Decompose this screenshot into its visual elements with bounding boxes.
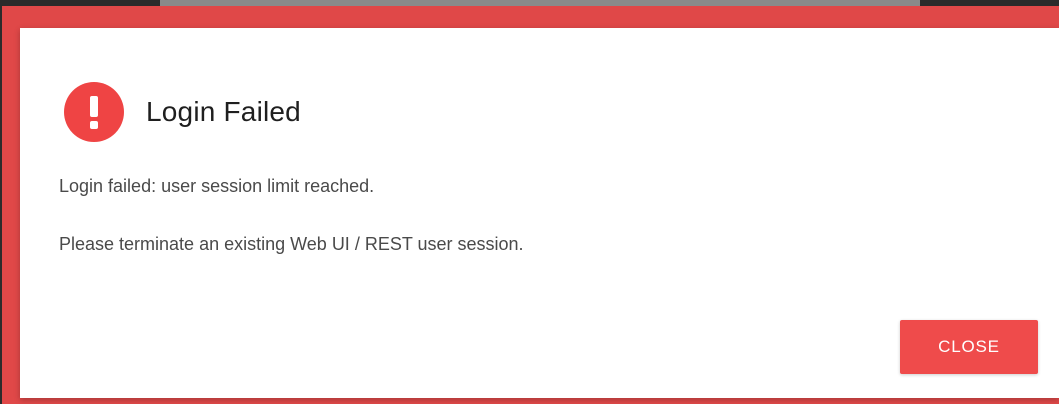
error-message: Login failed: user session limit reached… xyxy=(59,176,375,196)
dialog-title: Login Failed xyxy=(146,96,301,127)
close-button[interactable]: CLOSE xyxy=(900,320,1038,374)
instruction-message: Please terminate an existing Web UI / RE… xyxy=(59,234,524,254)
login-failed-dialog: Login Failed Login failed: user session … xyxy=(20,28,1059,398)
dialog-header: Login Failed xyxy=(64,82,301,142)
error-exclamation-icon xyxy=(64,82,124,142)
dialog-frame: Login Failed Login failed: user session … xyxy=(2,6,1059,404)
